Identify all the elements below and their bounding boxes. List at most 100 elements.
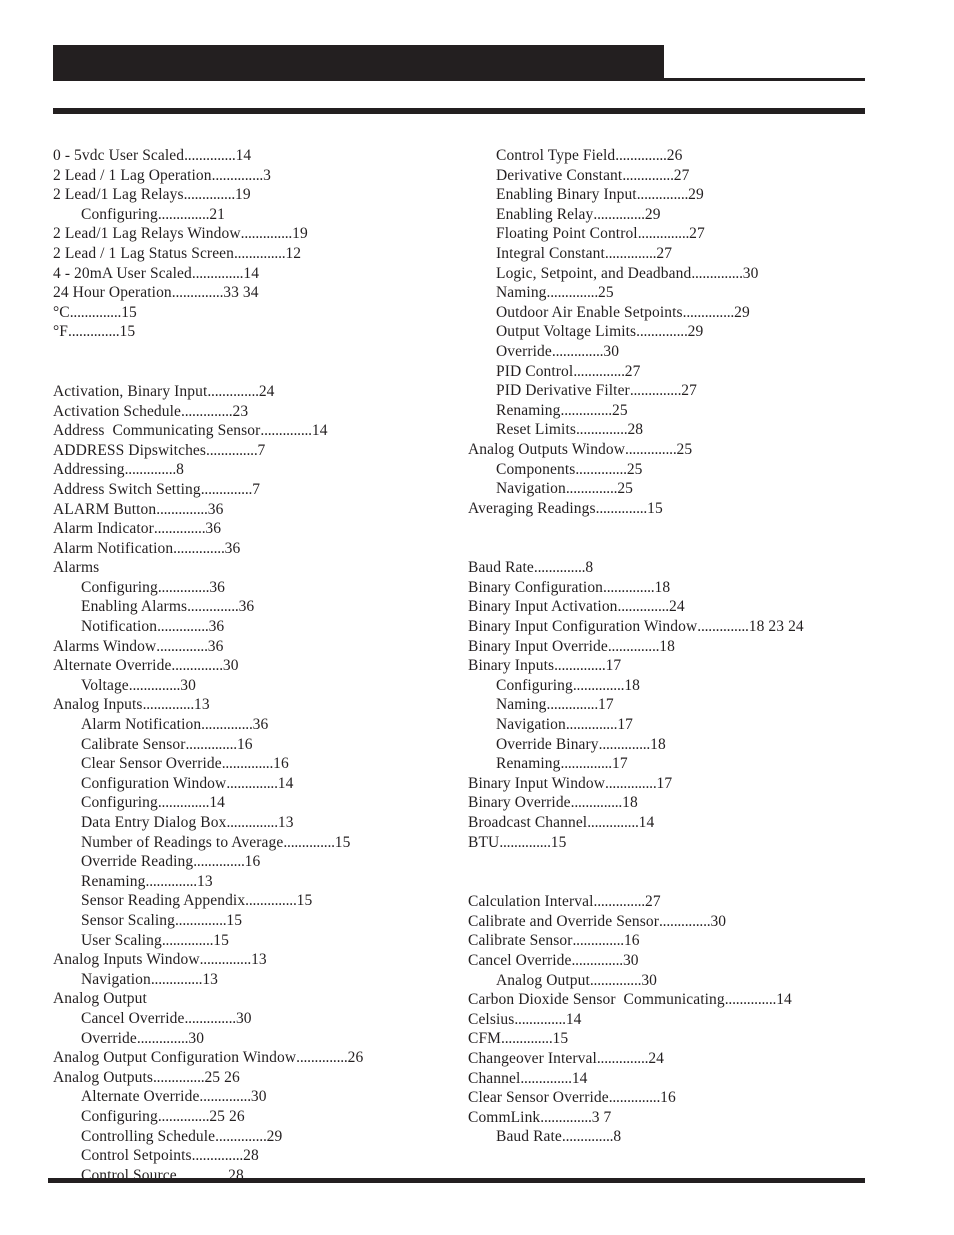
index-entry[interactable]: CFM..............15	[468, 1029, 888, 1049]
index-entry[interactable]: Analog Inputs Window..............13	[53, 950, 453, 970]
index-entry[interactable]: Analog Outputs Window..............25	[468, 440, 888, 460]
index-subentry[interactable]: Override..............30	[468, 342, 888, 362]
index-subentry[interactable]: Data Entry Dialog Box..............13	[53, 813, 453, 833]
index-entry[interactable]: Activation, Binary Input..............24	[53, 382, 453, 402]
index-subentry[interactable]: Voltage..............30	[53, 676, 453, 696]
index-entry[interactable]: Addressing..............8	[53, 460, 453, 480]
index-entry[interactable]: Activation Schedule..............23	[53, 402, 453, 422]
index-entry[interactable]: 2 Lead / 1 Lag Operation..............3	[53, 166, 453, 186]
index-entry[interactable]: Broadcast Channel..............14	[468, 813, 888, 833]
index-entry[interactable]: 24 Hour Operation..............33 34	[53, 283, 453, 303]
index-entry[interactable]: Changeover Interval..............24	[468, 1049, 888, 1069]
index-subentry[interactable]: Renaming..............17	[468, 754, 888, 774]
index-subentry[interactable]: Alarm Notification..............36	[53, 715, 453, 735]
index-entry[interactable]: 2 Lead/1 Lag Relays..............19	[53, 185, 453, 205]
index-entry[interactable]: Channel..............14	[468, 1069, 888, 1089]
index-subentry[interactable]: Derivative Constant..............27	[468, 166, 888, 186]
index-subentry[interactable]: Cancel Override..............30	[53, 1009, 453, 1029]
index-entry-label: Configuring	[81, 205, 158, 223]
index-subentry[interactable]: Output Voltage Limits..............29	[468, 322, 888, 342]
index-entry[interactable]: Baud Rate..............8	[468, 558, 888, 578]
index-entry[interactable]: Analog Output	[53, 989, 453, 1009]
index-entry[interactable]: Binary Inputs..............17	[468, 656, 888, 676]
index-subentry[interactable]: Navigation..............13	[53, 970, 453, 990]
index-entry[interactable]: Binary Input Window..............17	[468, 774, 888, 794]
index-subentry[interactable]: Sensor Scaling..............15	[53, 911, 453, 931]
index-entry[interactable]: Calibrate and Override Sensor...........…	[468, 912, 888, 932]
index-subentry[interactable]: Configuration Window..............14	[53, 774, 453, 794]
index-subentry[interactable]: Enabling Binary Input..............29	[468, 185, 888, 205]
index-subentry[interactable]: Clear Sensor Override..............16	[53, 754, 453, 774]
index-subentry[interactable]: Floating Point Control..............27	[468, 224, 888, 244]
index-subentry[interactable]: Calibrate Sensor..............16	[53, 735, 453, 755]
index-subentry[interactable]: Configuring..............18	[468, 676, 888, 696]
index-subentry[interactable]: Sensor Reading Appendix..............15	[53, 891, 453, 911]
index-entry[interactable]: BTU..............15	[468, 833, 888, 853]
index-subentry[interactable]: Alternate Override..............30	[53, 1087, 453, 1107]
index-entry[interactable]: Calibrate Sensor..............16	[468, 931, 888, 951]
index-entry[interactable]: Analog Outputs..............25 26	[53, 1068, 453, 1088]
index-entry[interactable]: Binary Input Override..............18	[468, 637, 888, 657]
index-subentry[interactable]: PID Derivative Filter..............27	[468, 381, 888, 401]
index-entry[interactable]: Address Communicating Sensor............…	[53, 421, 453, 441]
index-entry[interactable]: Analog Output Configuration Window......…	[53, 1048, 453, 1068]
index-subentry[interactable]: Naming..............25	[468, 283, 888, 303]
index-entry[interactable]: Analog Inputs..............13	[53, 695, 453, 715]
index-entry[interactable]: Cancel Override..............30	[468, 951, 888, 971]
index-subentry[interactable]: Renaming..............13	[53, 872, 453, 892]
index-entry[interactable]: Calculation Interval..............27	[468, 892, 888, 912]
index-subentry[interactable]: Analog Output..............30	[468, 971, 888, 991]
index-entry[interactable]: Alarms Window..............36	[53, 637, 453, 657]
index-entry[interactable]: Binary Input Configuration Window.......…	[468, 617, 888, 637]
index-subentry[interactable]: Override Binary..............18	[468, 735, 888, 755]
index-subentry[interactable]: Number of Readings to Average...........…	[53, 833, 453, 853]
index-subentry[interactable]: Enabling Alarms..............36	[53, 597, 453, 617]
index-subentry[interactable]: Override..............30	[53, 1029, 453, 1049]
index-entry[interactable]: °F..............15	[53, 322, 453, 342]
index-subentry[interactable]: Baud Rate..............8	[468, 1127, 888, 1147]
index-entry[interactable]: Binary Configuration..............18	[468, 578, 888, 598]
index-subentry[interactable]: Configuring..............14	[53, 793, 453, 813]
index-entry[interactable]: 0 - 5vdc User Scaled..............14	[53, 146, 453, 166]
index-subentry[interactable]: Renaming..............25	[468, 401, 888, 421]
index-entry[interactable]: 4 - 20mA User Scaled..............14	[53, 264, 453, 284]
index-entry[interactable]: Alarm Indicator..............36	[53, 519, 453, 539]
index-subentry[interactable]: Control Setpoints..............28	[53, 1146, 453, 1166]
index-subentry[interactable]: User Scaling..............15	[53, 931, 453, 951]
index-subentry[interactable]: Control Type Field..............26	[468, 146, 888, 166]
index-subentry[interactable]: Notification..............36	[53, 617, 453, 637]
index-subentry[interactable]: Reset Limits..............28	[468, 420, 888, 440]
index-subentry[interactable]: Controlling Schedule..............29	[53, 1127, 453, 1147]
index-subentry[interactable]: Configuring..............21	[53, 205, 453, 225]
index-entry[interactable]: Address Switch Setting..............7	[53, 480, 453, 500]
index-entry[interactable]: Averaging Readings..............15	[468, 499, 888, 519]
index-entry[interactable]: Binary Override..............18	[468, 793, 888, 813]
index-entry[interactable]: Binary Input Activation..............24	[468, 597, 888, 617]
index-subentry[interactable]: Integral Constant..............27	[468, 244, 888, 264]
index-entry[interactable]: CommLink..............3 7	[468, 1108, 888, 1128]
index-subentry[interactable]: Navigation..............17	[468, 715, 888, 735]
index-entry[interactable]: Clear Sensor Override..............16	[468, 1088, 888, 1108]
index-entry[interactable]: Carbon Dioxide Sensor Communicating.....…	[468, 990, 888, 1010]
index-subentry[interactable]: Override Reading..............16	[53, 852, 453, 872]
index-entry-label: Alarm Indicator	[53, 520, 154, 538]
index-subentry[interactable]: Configuring..............25 26	[53, 1107, 453, 1127]
index-entry[interactable]: ADDRESS Dipswitches..............7	[53, 441, 453, 461]
index-entry[interactable]: Alarms	[53, 558, 453, 578]
index-entry[interactable]: Alarm Notification..............36	[53, 539, 453, 559]
index-entry[interactable]: 2 Lead/1 Lag Relays Window..............…	[53, 224, 453, 244]
index-subentry[interactable]: Outdoor Air Enable Setpoints............…	[468, 303, 888, 323]
index-entry[interactable]: Alternate Override..............30	[53, 656, 453, 676]
index-entry[interactable]: 2 Lead / 1 Lag Status Screen............…	[53, 244, 453, 264]
index-subentry[interactable]: PID Control..............27	[468, 362, 888, 382]
index-entry-page-numbers: 26	[666, 147, 683, 164]
index-subentry[interactable]: Components..............25	[468, 460, 888, 480]
index-entry[interactable]: °C..............15	[53, 303, 453, 323]
index-subentry[interactable]: Naming..............17	[468, 695, 888, 715]
index-subentry[interactable]: Navigation..............25	[468, 479, 888, 499]
index-entry[interactable]: ALARM Button..............36	[53, 500, 453, 520]
index-entry[interactable]: Celsius..............14	[468, 1010, 888, 1030]
index-subentry[interactable]: Enabling Relay..............29	[468, 205, 888, 225]
index-subentry[interactable]: Configuring..............36	[53, 578, 453, 598]
index-subentry[interactable]: Logic, Setpoint, and Deadband...........…	[468, 264, 888, 284]
